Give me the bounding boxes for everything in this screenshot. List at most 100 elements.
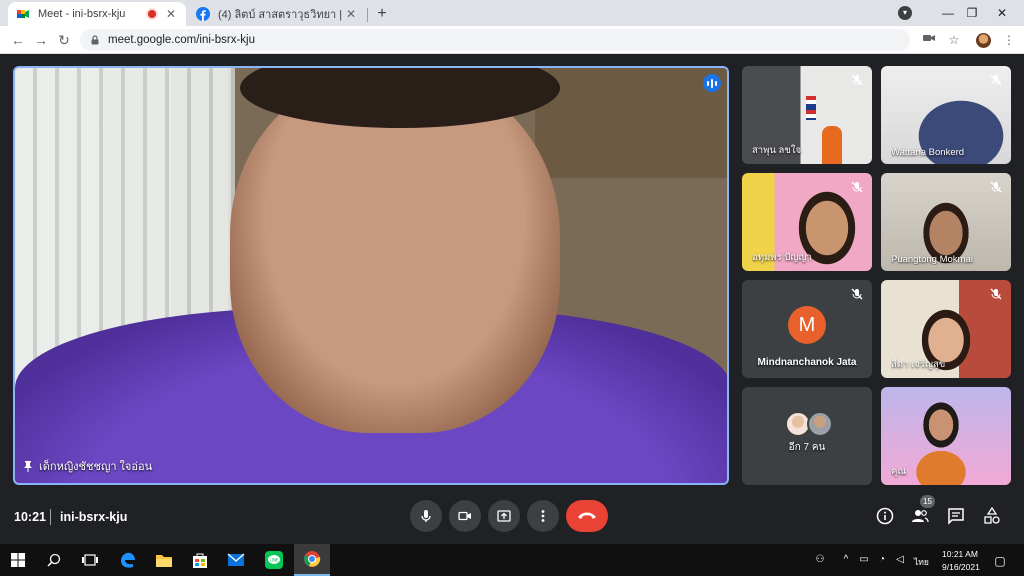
search-icon[interactable]: [44, 550, 64, 570]
participant-name: อทุมพร ปัญญา: [752, 252, 812, 263]
mic-off-icon: [989, 73, 1003, 87]
mic-off-icon: [850, 287, 864, 301]
tab-meet[interactable]: Meet - ini-bsrx-kju ✕: [8, 2, 186, 26]
info-icon: [876, 507, 894, 525]
profile-avatar[interactable]: [976, 33, 991, 48]
recording-indicator-icon: [148, 10, 156, 18]
more-participants-tile[interactable]: อีก 7 คน: [742, 387, 872, 485]
camera-permission-icon[interactable]: [920, 31, 938, 49]
notification-center-icon[interactable]: ▢: [994, 554, 1006, 568]
main-participant-name-label: เด็กหญิงชัชชญา ใจอ่อน: [23, 457, 152, 475]
edge-browser-icon[interactable]: [118, 550, 138, 570]
mic-off-icon: [850, 73, 864, 87]
participant-name: Mindnanchanok Jata: [757, 357, 857, 368]
mic-off-icon: [989, 180, 1003, 194]
forward-arrow-icon[interactable]: →: [31, 30, 51, 50]
divider: [50, 509, 51, 525]
speaking-indicator-icon: [703, 74, 721, 92]
chat-button[interactable]: [946, 506, 966, 526]
tab-close-icon[interactable]: ✕: [164, 7, 178, 21]
camera-button[interactable]: [449, 500, 481, 532]
tab-separator: [367, 8, 368, 22]
activities-icon: [984, 507, 1000, 524]
mic-off-icon: [989, 287, 1003, 301]
back-arrow-icon[interactable]: ←: [8, 30, 28, 50]
more-vert-icon: [541, 510, 545, 522]
tab-facebook-title: (4) ลิตบ์ สาสตราวุธวิทยา | Facebook: [218, 9, 344, 21]
windows-start-icon[interactable]: [8, 550, 28, 570]
svg-text:LINE: LINE: [270, 558, 279, 563]
people-tray-icon[interactable]: ⚇: [814, 554, 826, 565]
show-hidden-icons-icon[interactable]: ^: [840, 554, 852, 565]
line-app-icon[interactable]: LINE: [264, 550, 284, 570]
chat-icon: [948, 508, 964, 525]
participant-tile[interactable]: สาพุน ลขใจ: [742, 66, 872, 164]
tab-facebook[interactable]: (4) ลิตบ์ สาสตราวุธวิทยา | Facebook ✕: [188, 2, 366, 26]
main-video-tile[interactable]: เด็กหญิงชัชชญา ใจอ่อน: [13, 66, 729, 485]
window-close-button[interactable]: ✕: [980, 0, 1024, 26]
meeting-code: ini-bsrx-kju: [60, 510, 128, 524]
activities-button[interactable]: [982, 506, 1002, 526]
participant-name: สีดา เจริญสุข: [891, 359, 946, 370]
tab-search-icon[interactable]: ▾: [898, 6, 912, 20]
google-meet-icon: [17, 10, 29, 18]
taskbar-time[interactable]: 10:21 AM: [942, 549, 978, 559]
participant-tile[interactable]: M Mindnanchanok Jata: [742, 280, 872, 378]
people-button[interactable]: [910, 506, 930, 526]
file-explorer-icon[interactable]: [154, 550, 174, 570]
tab-meet-title: Meet - ini-bsrx-kju: [38, 8, 126, 20]
pin-icon[interactable]: [23, 460, 33, 472]
participant-avatar: M: [788, 306, 826, 344]
main-participant-name: เด็กหญิงชัชชญา ใจอ่อน: [39, 461, 153, 473]
overflow-avatars: [785, 411, 833, 437]
leave-call-button[interactable]: [566, 500, 608, 532]
meet-stage: เด็กหญิงชัชชญา ใจอ่อน สาพุน ลขใจ Wattana…: [0, 54, 1024, 544]
store-icon[interactable]: [190, 550, 210, 570]
participant-name: Puangtong Mokmai: [891, 254, 973, 265]
avatar: [807, 411, 833, 437]
mic-off-icon: [850, 180, 864, 194]
chrome-taskbar-icon[interactable]: [294, 544, 330, 576]
meeting-details-button[interactable]: [875, 506, 895, 526]
lock-icon: [91, 35, 99, 45]
browser-tab-strip: Meet - ini-bsrx-kju ✕ (4) ลิตบ์ สาสตราวุ…: [0, 0, 1024, 26]
battery-icon[interactable]: ▭: [858, 554, 870, 565]
phone-hangup-icon: [578, 512, 596, 519]
chrome-menu-icon[interactable]: ⋮: [1000, 31, 1018, 49]
microphone-button[interactable]: [410, 500, 442, 532]
task-view-icon[interactable]: [80, 550, 100, 570]
more-participants-label: อีก 7 คน: [788, 442, 826, 453]
participant-name: Wattana Bonkerd: [891, 147, 965, 158]
microphone-icon: [421, 510, 431, 522]
present-screen-icon: [497, 510, 511, 522]
volume-icon[interactable]: ◁: [894, 554, 906, 565]
present-screen-button[interactable]: [488, 500, 520, 532]
mail-icon[interactable]: [226, 550, 246, 570]
more-options-button[interactable]: [527, 500, 559, 532]
participant-tile[interactable]: Puangtong Mokmai: [881, 173, 1011, 271]
address-bar[interactable]: meet.google.com/ini-bsrx-kju: [80, 29, 910, 51]
participant-tile[interactable]: Wattana Bonkerd: [881, 66, 1011, 164]
new-tab-button[interactable]: +: [372, 4, 392, 24]
participant-tile[interactable]: อทุมพร ปัญญา: [742, 173, 872, 271]
people-icon: [912, 510, 929, 523]
meeting-clock: 10:21: [14, 510, 46, 524]
video-camera-icon: [458, 511, 471, 521]
address-url: meet.google.com/ini-bsrx-kju: [108, 34, 256, 46]
input-language[interactable]: ไทย: [914, 555, 929, 569]
participant-count-badge: 15: [920, 495, 935, 508]
browser-toolbar: ← → ↻ meet.google.com/ini-bsrx-kju ☆ ⋮: [0, 26, 1024, 54]
flag-decoration: [806, 96, 816, 120]
tab-close-icon[interactable]: ✕: [344, 7, 358, 21]
self-view-tile[interactable]: คุณ: [881, 387, 1011, 485]
network-icon[interactable]: ◔: [876, 554, 888, 565]
reload-icon[interactable]: ↻: [54, 30, 74, 50]
video-background-shelf: [535, 68, 727, 178]
participant-tile[interactable]: สีดา เจริญสุข: [881, 280, 1011, 378]
participant-name: สาพุน ลขใจ: [752, 145, 802, 156]
taskbar-date[interactable]: 9/16/2021: [942, 562, 980, 572]
participant-name: คุณ: [891, 466, 907, 477]
windows-taskbar: LINE ⚇ ^ ▭ ◔ ◁ ไทย 10:21 AM 9/16/2021 ▢: [0, 544, 1024, 576]
bookmark-star-icon[interactable]: ☆: [945, 31, 963, 49]
facebook-icon: [196, 7, 210, 21]
